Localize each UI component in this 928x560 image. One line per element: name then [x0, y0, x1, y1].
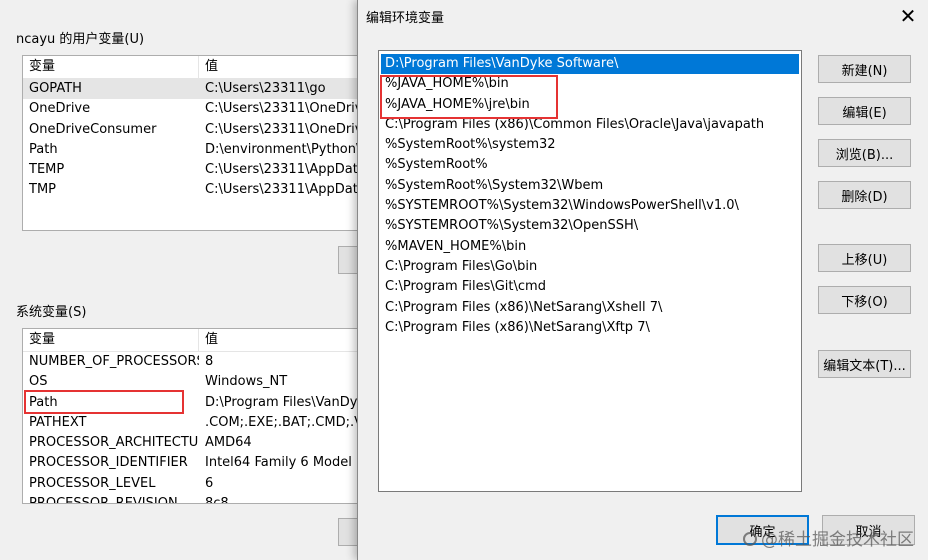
variable-name: PATHEXT	[29, 414, 87, 430]
path-entry[interactable]: %SystemRoot%\System32\Wbem	[381, 176, 799, 196]
close-icon: ✕	[899, 4, 917, 28]
table-row[interactable]: PROCESSOR_REVISION 8c8	[23, 494, 361, 504]
table-row[interactable]: Path D:\environment\Python\	[23, 140, 361, 160]
path-entry[interactable]: %SYSTEMROOT%\System32\OpenSSH\	[381, 216, 799, 236]
variable-value: C:\Users\23311\AppData	[205, 182, 361, 198]
close-button[interactable]: ✕	[896, 4, 920, 28]
table-row[interactable]: PATHEXT .COM;.EXE;.BAT;.CMD;.V	[23, 413, 361, 433]
system-variables-list[interactable]: 变量 值 NUMBER_OF_PROCESSORS 8 OS Windows_N…	[22, 328, 362, 504]
table-row[interactable]: PROCESSOR_ARCHITECTURE AMD64	[23, 433, 361, 453]
path-entry[interactable]: D:\Program Files\VanDyke Software\	[381, 54, 799, 75]
variable-value: C:\Users\23311\go	[205, 81, 326, 96]
table-row[interactable]: GOPATH C:\Users\23311\go	[23, 79, 361, 100]
path-entry[interactable]: %SYSTEMROOT%\System32\WindowsPowerShell\…	[381, 196, 799, 216]
variable-value: Intel64 Family 6 Model 1	[205, 455, 361, 471]
table-row[interactable]: NUMBER_OF_PROCESSORS 8	[23, 352, 361, 372]
variable-value: D:\Program Files\VanDyke	[205, 394, 361, 410]
path-highlight-box	[24, 390, 184, 414]
variable-value: C:\Users\23311\OneDrive	[205, 101, 361, 117]
juejin-logo-icon	[743, 532, 757, 546]
move-up-button[interactable]: 上移(U)	[818, 244, 911, 272]
variable-name: OneDrive	[29, 101, 91, 117]
path-entry[interactable]: %SystemRoot%	[381, 155, 799, 175]
variable-name: NUMBER_OF_PROCESSORS	[29, 354, 199, 369]
variable-value: C:\Users\23311\OneDrive	[205, 121, 361, 137]
table-row[interactable]: TMP C:\Users\23311\AppData	[23, 180, 361, 200]
user-variables-group-title: ncayu 的用户变量(U)	[16, 32, 145, 47]
path-entry[interactable]: C:\Program Files (x86)\NetSarang\Xshell …	[381, 298, 799, 318]
variable-value: Windows_NT	[205, 374, 288, 390]
variable-name: PROCESSOR_REVISION	[29, 496, 178, 504]
path-entry[interactable]: C:\Program Files\Git\cmd	[381, 277, 799, 297]
path-entry[interactable]: %SystemRoot%\system32	[381, 135, 799, 155]
column-header-value[interactable]: 值	[199, 56, 361, 78]
variable-value: 8	[205, 354, 214, 369]
table-row[interactable]: PROCESSOR_LEVEL 6	[23, 474, 361, 494]
system-variables-header: 变量 值	[23, 329, 361, 352]
table-row[interactable]: OneDriveConsumer C:\Users\23311\OneDrive	[23, 120, 361, 140]
path-entry[interactable]: C:\Program Files (x86)\NetSarang\Xftp 7\	[381, 318, 799, 338]
variable-name: OneDriveConsumer	[29, 121, 157, 137]
column-header-variable[interactable]: 变量	[23, 56, 199, 78]
user-variables-list[interactable]: 变量 值 GOPATH C:\Users\23311\go OneDrive C…	[22, 55, 362, 231]
system-variables-group-title: 系统变量(S)	[16, 305, 87, 320]
user-variables-header: 变量 值	[23, 56, 361, 79]
variable-value: D:\environment\Python\	[205, 141, 361, 157]
variable-name: PROCESSOR_ARCHITECTURE	[29, 435, 199, 451]
environment-variables-window: ncayu 的用户变量(U) 变量 值 GOPATH C:\Users\2331…	[0, 0, 368, 560]
variable-value: AMD64	[205, 435, 252, 451]
variable-value: 6	[205, 475, 214, 491]
variable-name: PROCESSOR_IDENTIFIER	[29, 455, 188, 471]
java-paths-highlight-box	[380, 75, 558, 119]
variable-name: PROCESSOR_LEVEL	[29, 475, 156, 491]
path-entry[interactable]: C:\Program Files\Go\bin	[381, 257, 799, 277]
dialog-title: 编辑环境变量	[366, 11, 445, 26]
move-down-button[interactable]: 下移(O)	[818, 286, 911, 314]
variable-name: TEMP	[29, 162, 65, 178]
browse-button[interactable]: 浏览(B)...	[818, 139, 911, 167]
variable-value: C:\Users\23311\AppData	[205, 162, 361, 178]
variable-value: .COM;.EXE;.BAT;.CMD;.V	[205, 414, 361, 430]
table-row[interactable]: PROCESSOR_IDENTIFIER Intel64 Family 6 Mo…	[23, 453, 361, 473]
watermark-text: @稀土掘金技术社区	[761, 530, 914, 550]
path-entry[interactable]: %MAVEN_HOME%\bin	[381, 237, 799, 257]
new-button[interactable]: 新建(N)	[818, 55, 911, 83]
edit-button[interactable]: 编辑(E)	[818, 97, 911, 125]
variable-name: TMP	[29, 182, 56, 198]
watermark: @稀土掘金技术社区	[743, 525, 914, 550]
edit-environment-variable-dialog: 编辑环境变量 ✕ D:\Program Files\VanDyke Softwa…	[357, 0, 928, 560]
column-header-variable[interactable]: 变量	[23, 329, 199, 351]
variable-value: 8c8	[205, 496, 229, 504]
delete-button[interactable]: 删除(D)	[818, 181, 911, 209]
table-row[interactable]: TEMP C:\Users\23311\AppData	[23, 160, 361, 180]
edit-text-button[interactable]: 编辑文本(T)...	[818, 350, 911, 378]
variable-name: Path	[29, 141, 58, 157]
variable-name: GOPATH	[29, 81, 82, 96]
table-row[interactable]: OneDrive C:\Users\23311\OneDrive	[23, 99, 361, 119]
column-header-value[interactable]: 值	[199, 329, 361, 351]
